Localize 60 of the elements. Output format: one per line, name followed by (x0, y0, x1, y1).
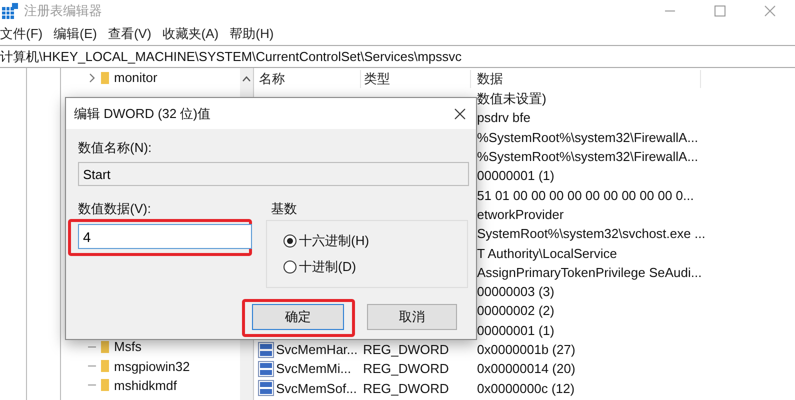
binary-value-icon (258, 360, 274, 377)
value-data: 0x0000001b (27) (476, 342, 576, 357)
expand-icon[interactable] (88, 72, 96, 83)
value-data: 00000002 (2) (476, 303, 554, 318)
column-header[interactable]: 类型 (361, 70, 471, 88)
close-icon[interactable] (454, 108, 466, 120)
value-type: REG_DWORD (362, 342, 450, 357)
value-data: T Authority\LocalService (476, 246, 617, 261)
column-header[interactable]: 名称 (254, 70, 361, 88)
menu-item[interactable]: 文件(F) (0, 24, 43, 42)
radio-button[interactable] (283, 234, 297, 248)
value-data: 00000003 (3) (476, 284, 554, 300)
value-data: 00000001 (1) (476, 322, 554, 338)
value-name: SvcMemSof... (276, 380, 357, 396)
value-data-field[interactable]: 4 (78, 224, 252, 249)
tree-item[interactable]: Msfs (114, 339, 142, 354)
folder-icon (100, 70, 110, 85)
menu-item[interactable]: 收藏夹(A) (162, 24, 219, 42)
radio-label[interactable]: 十六进制(H) (299, 232, 370, 250)
address-field[interactable]: 计算机\HKEY_LOCAL_MACHINE\SYSTEM\CurrentControlSet\Services\mpssvc (0, 45, 795, 68)
tree-item[interactable]: msgpiowin32 (114, 358, 190, 374)
dialog-title: 编辑 DWORD (32 位)值 (74, 104, 210, 122)
tree-line (88, 346, 96, 348)
value-data: 00000001 (1) (476, 168, 554, 184)
tree-item[interactable]: monitor (114, 70, 158, 86)
group-label: 基数 (271, 200, 298, 218)
value-data: psdrv bfe (476, 110, 530, 126)
field-label: 数值数据(V): (78, 200, 152, 218)
value-data: %SystemRoot%\system32\FirewallA... (476, 149, 698, 164)
folder-icon (100, 359, 110, 374)
binary-value-icon (258, 342, 274, 358)
menu-item[interactable]: 帮助(H) (230, 24, 274, 42)
value-data: 0x0000000c (12) (476, 380, 575, 396)
column-header[interactable]: 数据 (471, 70, 701, 88)
radio-button[interactable] (283, 260, 297, 274)
value-name: SvcMemMi... (276, 361, 352, 376)
tree-item[interactable]: mshidkmdf (114, 378, 177, 393)
value-data: AssignPrimaryTokenPrivilege SeAudi... (476, 264, 702, 280)
tree-line (88, 365, 96, 368)
value-data: 51 01 00 00 00 00 00 00 00 00 00 0... (476, 188, 694, 203)
value-type: REG_DWORD (362, 361, 450, 376)
folder-icon (100, 340, 110, 354)
field-label: 数值名称(N): (78, 139, 153, 157)
value-data: 数值未设置) (476, 90, 546, 108)
value-name-field[interactable]: Start (78, 162, 469, 186)
folder-icon (100, 378, 110, 392)
dialog-button[interactable]: 确定 (252, 304, 344, 330)
menu-item[interactable]: 查看(V) (108, 24, 152, 42)
tree-line (88, 384, 96, 386)
value-data: etworkProvider (476, 206, 564, 222)
binary-value-icon (258, 380, 274, 396)
value-data: %SystemRoot%\system32\FirewallA... (476, 130, 698, 145)
value-name: SvcMemHar... (276, 342, 358, 357)
radio-label[interactable]: 十进制(D) (299, 258, 356, 276)
window-title: 注册表编辑器 (24, 2, 102, 20)
value-type: REG_DWORD (362, 380, 450, 396)
menu-item[interactable]: 编辑(E) (54, 24, 97, 42)
value-data: SystemRoot%\system32\svchost.exe ... (476, 226, 706, 242)
dialog-button[interactable]: 取消 (367, 304, 457, 330)
value-data: 0x00000014 (20) (476, 361, 576, 376)
